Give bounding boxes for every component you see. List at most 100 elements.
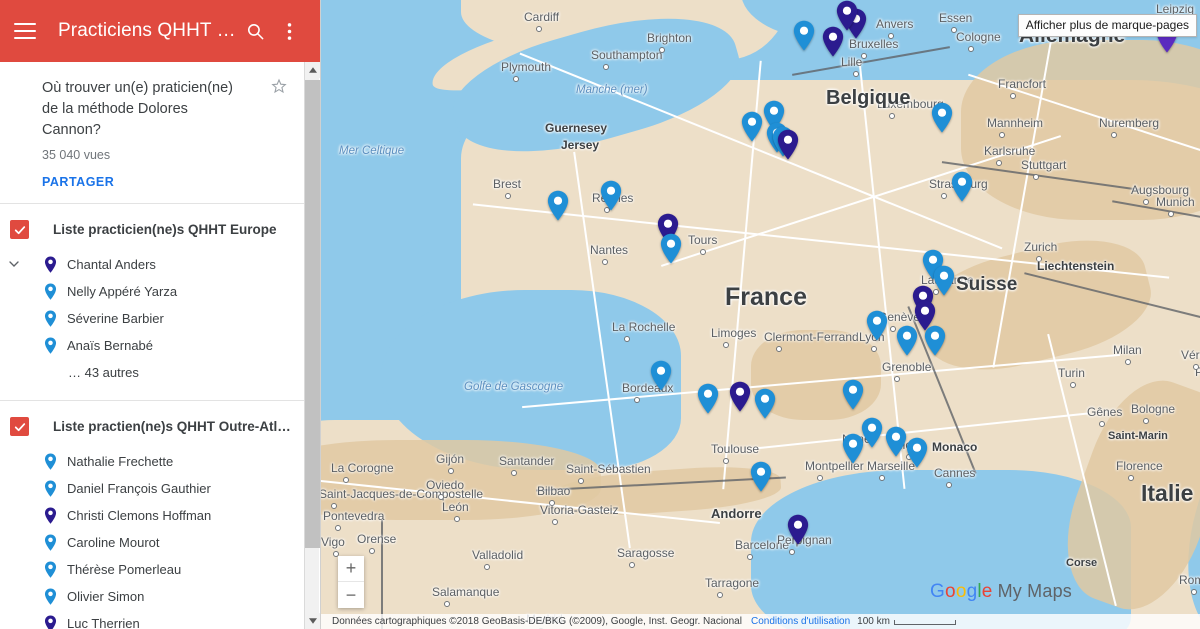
search-icon[interactable] <box>238 14 272 48</box>
layer-feature-item[interactable]: Caroline Mourot <box>0 529 305 556</box>
map-marker[interactable] <box>600 180 622 211</box>
layer-feature-item[interactable]: Anaïs Bernabé <box>0 332 305 359</box>
map-marker[interactable] <box>729 381 751 412</box>
map-marker[interactable] <box>924 325 946 356</box>
scale-line <box>893 620 956 625</box>
border-be-fr <box>792 46 950 76</box>
chevron-down-icon[interactable] <box>6 256 22 277</box>
map-marker[interactable] <box>650 360 672 391</box>
layer-section: Liste practien(ne)s QHHT Outre-Atlan… Nat… <box>0 401 305 629</box>
app-title: Practiciens QHHT Fran… <box>58 20 238 41</box>
city-dot <box>343 477 349 483</box>
city-dot <box>549 500 555 506</box>
layer-feature-item[interactable]: Nelly Appéré Yarza <box>0 278 305 305</box>
map-marker[interactable] <box>842 379 864 410</box>
google-wordmark: Google <box>930 581 993 602</box>
map-marker[interactable] <box>951 171 973 202</box>
layer-section: Liste practicien(ne)s QHHT Europe Chantal… <box>0 204 305 401</box>
city-dot <box>552 519 558 525</box>
layer-feature-item[interactable]: Séverine Barbier <box>0 305 305 332</box>
map-marker[interactable] <box>866 310 888 341</box>
city-dot <box>717 592 723 598</box>
map-marker[interactable] <box>547 190 569 221</box>
map-pin-icon <box>44 453 57 470</box>
map-pin-icon <box>44 310 57 327</box>
my-maps-wordmark: My Maps <box>997 581 1072 601</box>
layer-feature-item[interactable]: Olivier Simon <box>0 583 305 610</box>
map-marker[interactable] <box>906 437 928 468</box>
city-dot <box>1036 256 1042 262</box>
map-canvas[interactable]: Mer Celtique Manche (mer) Golfe de Gascogn… <box>321 0 1200 629</box>
map-pin-icon <box>44 283 57 300</box>
scroll-down-button[interactable] <box>305 613 320 629</box>
map-marker[interactable] <box>836 0 858 31</box>
city-dot <box>1099 421 1105 427</box>
map-marker[interactable] <box>741 111 763 142</box>
city-dot <box>335 525 341 531</box>
map-label: Cologne <box>956 30 1001 44</box>
layer-feature-item[interactable]: Nathalie Frechette <box>0 448 305 475</box>
scrollbar-thumb[interactable] <box>305 80 320 548</box>
city-dot <box>1128 475 1134 481</box>
map-marker[interactable] <box>750 461 772 492</box>
city-dot <box>1010 93 1016 99</box>
layer-header[interactable]: Liste practien(ne)s QHHT Outre-Atlan… <box>0 401 305 448</box>
scroll-up-button[interactable] <box>305 62 320 78</box>
layer-checkbox[interactable] <box>10 417 29 436</box>
hamburger-menu-icon[interactable] <box>14 23 36 39</box>
share-button[interactable]: PARTAGER <box>42 175 287 189</box>
layer-title: Liste practien(ne)s QHHT Outre-Atlan… <box>53 419 293 434</box>
map-marker[interactable] <box>660 233 682 264</box>
map-marker[interactable] <box>842 433 864 464</box>
sidebar-scrollbar[interactable] <box>304 62 320 629</box>
star-outline-icon[interactable] <box>271 78 287 99</box>
map-marker[interactable] <box>754 388 776 419</box>
layer-feature-item[interactable]: Luc Therrien <box>0 610 305 629</box>
city-dot <box>602 259 608 265</box>
city-dot <box>603 64 609 70</box>
city-dot <box>723 342 729 348</box>
feature-name: Thérèse Pomerleau <box>67 562 182 577</box>
terrain-germany <box>961 40 1200 220</box>
map-marker[interactable] <box>793 20 815 51</box>
city-dot <box>861 53 867 59</box>
feature-name: Christi Clemons Hoffman <box>67 508 212 523</box>
city-dot <box>723 458 729 464</box>
layer-feature-item[interactable]: Thérèse Pomerleau <box>0 556 305 583</box>
map-scale: 100 km <box>857 616 956 627</box>
map-marker[interactable] <box>896 325 918 356</box>
city-dot <box>634 397 640 403</box>
map-marker[interactable] <box>861 417 883 448</box>
city-dot <box>879 475 885 481</box>
zoom-controls[interactable]: + − <box>338 556 364 608</box>
layer-checkbox[interactable] <box>10 220 29 239</box>
terms-of-use-link[interactable]: Conditions d'utilisation <box>751 616 850 627</box>
map-marker[interactable] <box>777 129 799 160</box>
feature-name: Anaïs Bernabé <box>67 338 154 353</box>
city-dot <box>817 475 823 481</box>
city-dot <box>871 346 877 352</box>
map-pin-icon <box>44 507 57 524</box>
map-marker[interactable] <box>697 383 719 414</box>
map-attribution-bar: Données cartographiques ©2018 GeoBasis-D… <box>321 614 1200 629</box>
zoom-in-button[interactable]: + <box>338 556 364 582</box>
layer-feature-item[interactable]: Daniel François Gauthier <box>0 475 305 502</box>
layer-feature-item[interactable]: Chantal Anders <box>0 251 305 278</box>
more-vert-icon[interactable] <box>272 14 306 48</box>
city-dot <box>536 26 542 32</box>
sidebar-scroll-panel[interactable]: Où trouver un(e) praticien(ne) de la mét… <box>0 62 320 629</box>
map-marker[interactable] <box>931 102 953 133</box>
city-dot <box>1111 132 1117 138</box>
map-pin-icon <box>44 256 57 273</box>
show-more-features[interactable]: … 43 autres <box>0 359 305 386</box>
layer-header[interactable]: Liste practicien(ne)s QHHT Europe <box>0 204 305 251</box>
feature-name: Nelly Appéré Yarza <box>67 284 178 299</box>
zoom-out-button[interactable]: − <box>338 582 364 608</box>
city-dot <box>484 564 490 570</box>
city-dot <box>369 548 375 554</box>
map-marker[interactable] <box>885 426 907 457</box>
map-marker[interactable] <box>787 514 809 545</box>
map-marker[interactable] <box>933 265 955 296</box>
layer-feature-item[interactable]: Christi Clemons Hoffman <box>0 502 305 529</box>
city-dot <box>999 132 1005 138</box>
